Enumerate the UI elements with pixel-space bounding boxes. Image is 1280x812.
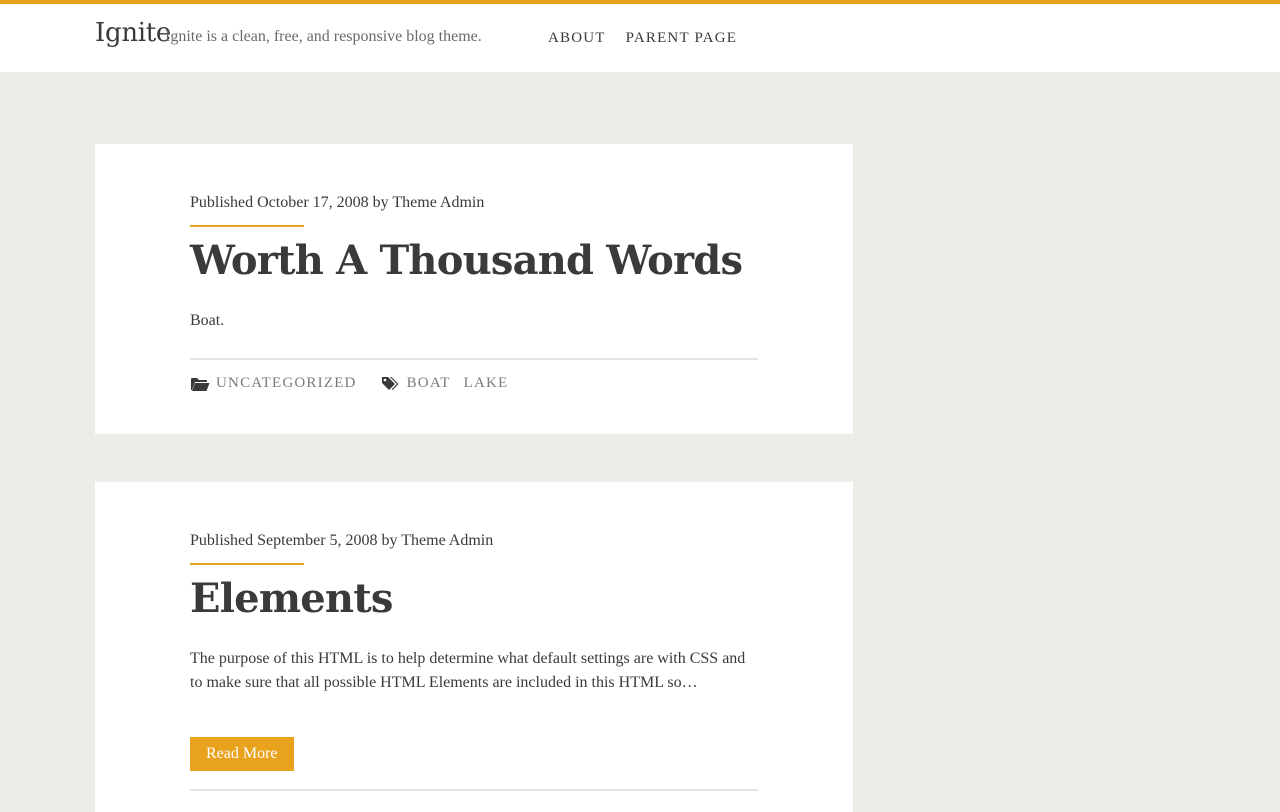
post-taxonomy: UNCATEGORIZED BOAT LAKE [190, 375, 758, 392]
read-more-wrap: Read More [190, 737, 758, 771]
published-label: Published [190, 532, 254, 549]
post-date-link[interactable]: September 5, 2008 [257, 532, 377, 549]
post-date-link[interactable]: October 17, 2008 [257, 194, 369, 211]
by-label: by [381, 532, 398, 549]
post-content: Published September 5, 2008 by Theme Adm… [190, 532, 758, 791]
post-card: Published October 17, 2008 by Theme Admi… [95, 144, 853, 434]
post-content: Published October 17, 2008 by Theme Admi… [190, 194, 758, 392]
post-excerpt: Boat. [190, 312, 225, 329]
tags-icon [381, 376, 401, 392]
folder-open-icon [190, 376, 210, 392]
post-title-link[interactable]: Worth A Thousand Words [190, 237, 743, 284]
site-tagline: Ignite is a clean, free, and responsive … [165, 28, 482, 45]
site-title-link[interactable]: Ignite [95, 18, 171, 48]
meta-underline [190, 225, 304, 227]
post-divider [190, 358, 758, 360]
nav-about[interactable]: ABOUT [548, 30, 606, 47]
post-title: Elements [190, 577, 758, 621]
post-author-link[interactable]: Theme Admin [401, 532, 493, 549]
post-meta: Published September 5, 2008 by Theme Adm… [190, 532, 758, 550]
nav-parent-page[interactable]: PARENT PAGE [626, 30, 737, 47]
tag-link-lake[interactable]: LAKE [464, 375, 509, 392]
read-more-button[interactable]: Read More [190, 737, 294, 771]
by-label: by [372, 194, 389, 211]
post-author-link[interactable]: Theme Admin [392, 194, 484, 211]
post-excerpt: The purpose of this HTML is to help dete… [190, 650, 746, 691]
post-title: Worth A Thousand Words [190, 239, 758, 283]
published-label: Published [190, 194, 254, 211]
tag-link-boat[interactable]: BOAT [407, 375, 451, 392]
post-meta: Published October 17, 2008 by Theme Admi… [190, 194, 758, 212]
post-card: Published September 5, 2008 by Theme Adm… [95, 482, 853, 812]
category-link[interactable]: UNCATEGORIZED [216, 375, 357, 392]
post-title-link[interactable]: Elements [190, 575, 393, 622]
primary-nav: ABOUT PARENT PAGE [548, 30, 737, 47]
post-divider [190, 789, 758, 791]
site-header: Ignite Ignite is a clean, free, and resp… [0, 4, 1280, 72]
meta-underline [190, 563, 304, 565]
